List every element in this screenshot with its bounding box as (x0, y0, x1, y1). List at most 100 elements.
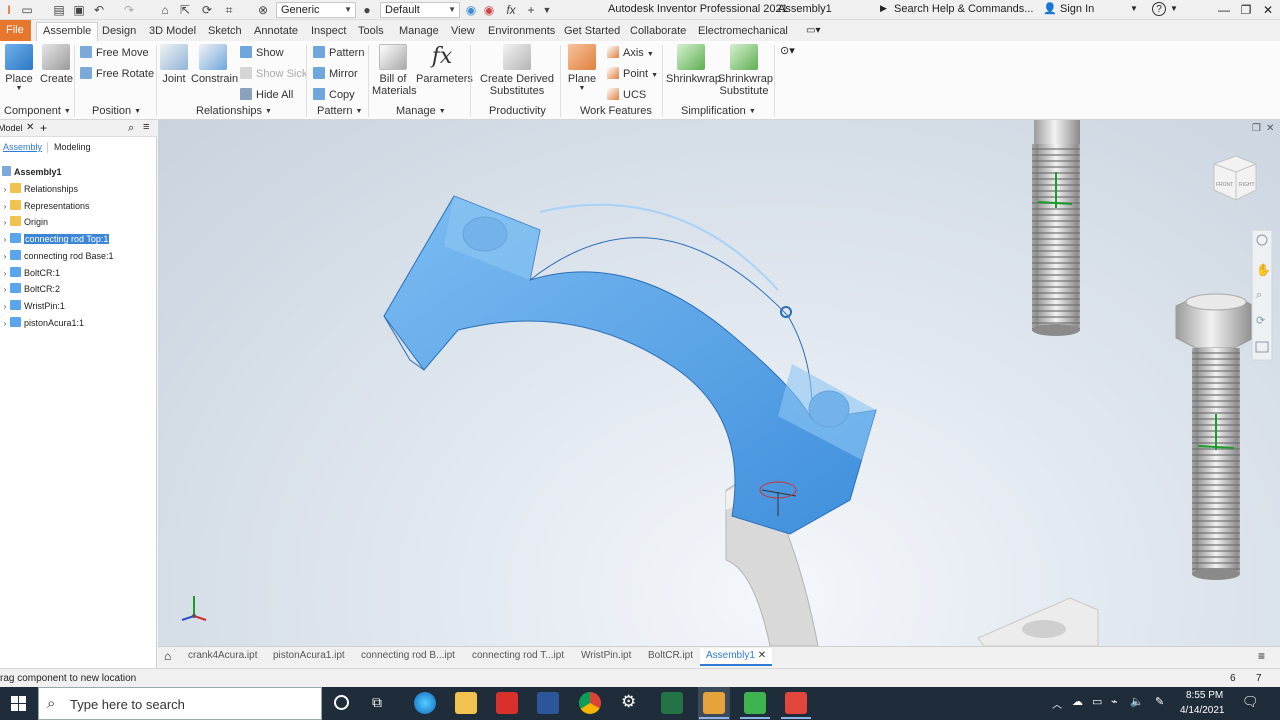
tree-item[interactable]: › connecting rod Base:1 (0, 248, 114, 264)
minimize-button[interactable]: — (1214, 1, 1234, 19)
notifications-icon[interactable]: 🗨 (1242, 694, 1259, 710)
file-explorer-icon[interactable] (455, 692, 477, 714)
select-icon[interactable]: ⇱ (178, 3, 192, 17)
position-panel-label[interactable]: Position ▼ (92, 105, 141, 117)
appearance-select[interactable]: Default ▼ (380, 2, 460, 18)
stop-icon[interactable]: ⊗ (256, 3, 270, 17)
help-icon[interactable]: ? (1152, 2, 1166, 16)
measure-icon[interactable]: ⌗ (222, 3, 236, 17)
expand-icon[interactable]: › (0, 316, 10, 332)
expand-icon[interactable]: › (0, 249, 10, 265)
place-button[interactable]: Place ▼ (4, 44, 34, 92)
cortana-icon[interactable] (334, 695, 349, 710)
create-button[interactable]: Create (40, 44, 73, 85)
inventor-icon[interactable] (703, 692, 725, 714)
home-icon[interactable]: ⌂ (158, 3, 172, 17)
copy-button[interactable]: Copy (313, 87, 355, 103)
tab-tools[interactable]: Tools (356, 23, 386, 41)
customize-icon[interactable]: ▼ (540, 3, 554, 17)
pen-icon[interactable]: ✎ (1155, 695, 1164, 708)
productivity-panel-label[interactable]: Productivity (489, 105, 546, 117)
tab-manage[interactable]: Manage (397, 23, 441, 41)
bolt-cr-2[interactable] (1175, 293, 1255, 580)
expand-icon[interactable]: › (0, 182, 10, 198)
work-features-panel-label[interactable]: Work Features (580, 105, 652, 117)
doc-tab-pistonacura1[interactable]: pistonAcura1.ipt (273, 650, 345, 661)
save-icon[interactable]: ▣ (72, 3, 86, 17)
clock-time[interactable]: 8:55 PM (1186, 690, 1223, 701)
excel-icon[interactable] (661, 692, 683, 714)
free-move-button[interactable]: Free Move (80, 45, 149, 61)
tab-file[interactable]: File (0, 20, 31, 41)
redo-icon[interactable]: ↷ (122, 3, 136, 17)
help-search-input[interactable]: Search Help & Commands... (894, 2, 1036, 18)
simplification-panel-label[interactable]: Simplification ▼ (681, 105, 756, 117)
add-icon[interactable]: + (524, 3, 538, 17)
word-icon[interactable] (537, 692, 559, 714)
recorder-icon[interactable] (785, 692, 807, 714)
expand-icon[interactable]: › (0, 232, 10, 248)
mirror-button[interactable]: Mirror (313, 66, 358, 82)
chevron-down-icon[interactable]: ▼ (1170, 4, 1178, 13)
zoom-icon[interactable]: ⌕ (1256, 289, 1262, 301)
appearance-icon[interactable]: ● (360, 3, 374, 17)
close-view-icon[interactable]: ✕ (1266, 123, 1274, 134)
pan-icon[interactable]: ✋ (1256, 263, 1271, 277)
battery-icon[interactable]: ▭ (1092, 695, 1102, 708)
cloud-icon[interactable]: ☁ (1072, 695, 1083, 708)
create-derived-substitutes-button[interactable]: Create Derived Substitutes (478, 44, 556, 97)
tab-electromechanical[interactable]: Electromechanical (696, 23, 790, 41)
doc-tab-boltcr[interactable]: BoltCR.ipt (648, 650, 693, 661)
sign-in-link[interactable]: Sign In (1060, 3, 1094, 15)
undo-icon[interactable]: ↶ (92, 3, 106, 17)
close-button[interactable]: ✕ (1258, 1, 1278, 19)
tree-item[interactable]: › connecting rod Top:1 (0, 231, 110, 248)
doc-tab-assembly1[interactable]: Assembly1 ✕ (700, 648, 773, 666)
constrain-button[interactable]: Constrain (191, 44, 238, 85)
search-icon[interactable]: ⌕ (128, 122, 134, 135)
free-rotate-button[interactable]: Free Rotate (80, 66, 154, 82)
panel-options-icon[interactable]: ▭▾ (806, 25, 820, 36)
show-hidden-icons-icon[interactable]: ︿ (1052, 696, 1062, 711)
tab-view[interactable]: View (449, 23, 477, 41)
adjust-icon[interactable]: ◉ (464, 3, 478, 17)
pattern-button[interactable]: Pattern (313, 45, 364, 61)
tree-root[interactable]: Assembly1 (2, 164, 62, 180)
open-file-icon[interactable]: ▤ (52, 3, 66, 17)
tab-get-started[interactable]: Get Started (562, 23, 622, 41)
tab-annotate[interactable]: Annotate (252, 23, 300, 41)
menu-icon[interactable]: ≡ (1258, 649, 1265, 663)
taskbar-search-input[interactable]: ⌕ Type here to search (38, 687, 322, 720)
add-icon[interactable]: + (40, 121, 47, 135)
point-button[interactable]: Point ▼ (607, 66, 658, 82)
material-select[interactable]: Generic ▼ (276, 2, 356, 18)
settings-icon[interactable]: ⚙ (621, 692, 636, 712)
doc-tab-connecting-rod-top[interactable]: connecting rod T...ipt (472, 650, 564, 661)
tree-item[interactable]: › pistonAcura1:1 (0, 315, 84, 331)
tab-assembly[interactable]: Assembly (3, 142, 42, 152)
tree-item[interactable]: › Relationships (0, 181, 78, 197)
hide-all-button[interactable]: Hide All (240, 87, 293, 103)
edge-icon[interactable] (414, 692, 436, 714)
tree-item[interactable]: › Origin (0, 214, 48, 230)
expand-panel-icon[interactable]: ⊙▾ (780, 44, 795, 57)
doc-tab-connecting-rod-base[interactable]: connecting rod B...ipt (361, 650, 455, 661)
restore-view-icon[interactable]: ❐ (1252, 123, 1261, 134)
tab-assemble[interactable]: Assemble (36, 22, 99, 41)
windows-start-icon[interactable] (0, 687, 36, 720)
acrobat-icon[interactable] (496, 692, 518, 714)
doc-tab-crank4acura[interactable]: crank4Acura.ipt (188, 650, 257, 661)
tab-collaborate[interactable]: Collaborate (628, 23, 688, 41)
tab-design[interactable]: Design (100, 23, 138, 41)
clock-date[interactable]: 4/14/2021 (1180, 705, 1225, 716)
tab-environments[interactable]: Environments (486, 23, 557, 41)
tab-3d-model[interactable]: 3D Model (147, 23, 198, 41)
tree-item[interactable]: › BoltCR:1 (0, 265, 60, 281)
manage-panel-label[interactable]: Manage ▼ (396, 105, 446, 117)
network-icon[interactable]: ⌁ (1111, 695, 1118, 708)
axis-button[interactable]: Axis ▼ (607, 45, 654, 61)
doc-tab-wristpin[interactable]: WristPin.ipt (581, 650, 631, 661)
close-icon[interactable]: ✕ (758, 650, 766, 661)
expand-icon[interactable]: › (0, 282, 10, 298)
fx-icon[interactable]: fx (504, 3, 518, 17)
